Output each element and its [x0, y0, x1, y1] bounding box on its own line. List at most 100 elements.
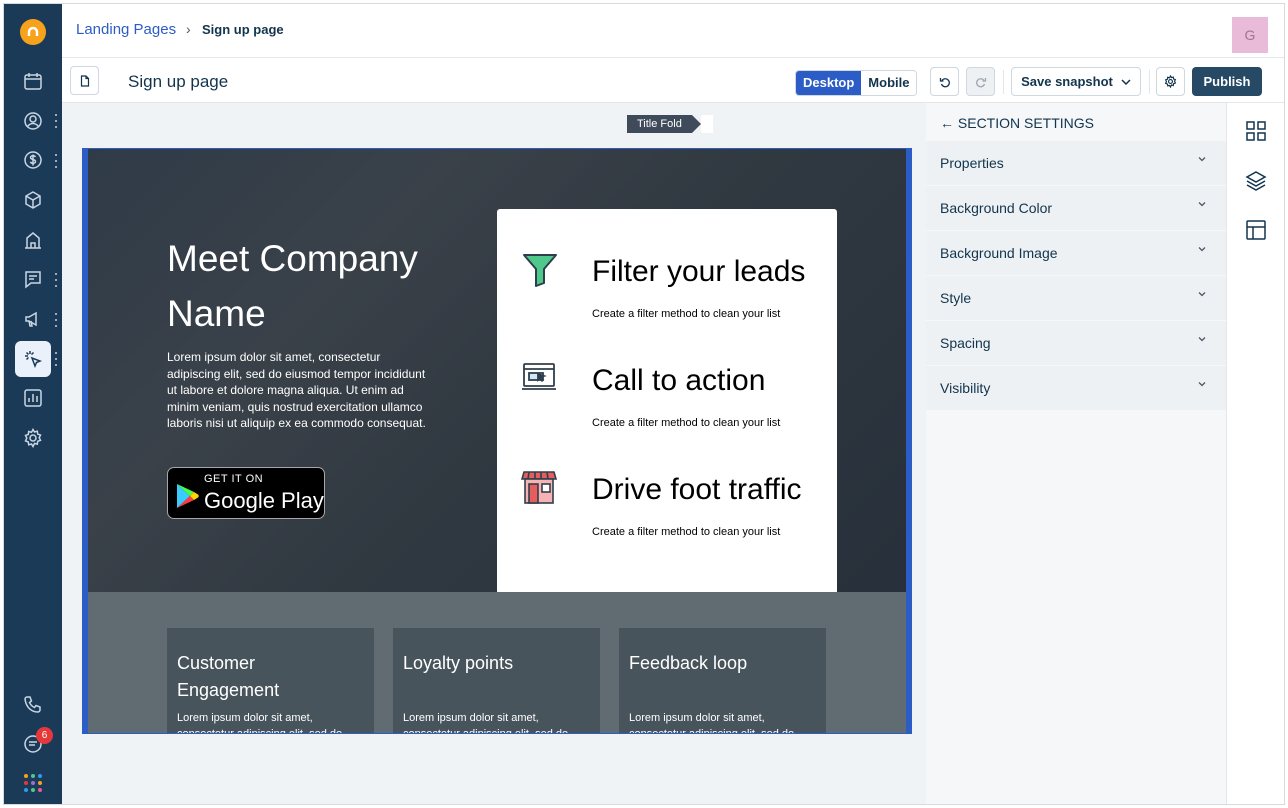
funnel-icon [523, 254, 557, 287]
accordion-label: Visibility [940, 380, 991, 396]
app-logo[interactable] [20, 19, 46, 45]
top-header: Landing Pages › Sign up page G [62, 4, 1284, 58]
breadcrumb-current: Sign up page [202, 22, 284, 37]
phone-icon[interactable] [15, 687, 51, 723]
landing-pages-more-icon[interactable] [53, 352, 59, 366]
benefit-card[interactable]: Feedback loop Lorem ipsum dolor sit amet… [619, 628, 826, 734]
save-snapshot-button[interactable]: Save snapshot [1011, 67, 1141, 96]
benefit-desc: Lorem ipsum dolor sit amet, consectetur … [629, 712, 795, 734]
chevron-down-icon [1198, 202, 1206, 207]
view-toggle: Desktop Mobile [795, 70, 918, 96]
hero-title[interactable]: Meet Company Name [167, 231, 477, 341]
hero-body[interactable]: Lorem ipsum dolor sit amet, consectetur … [167, 349, 429, 432]
benefit-desc: Lorem ipsum dolor sit amet, consectetur … [403, 712, 569, 734]
landing-pages-icon[interactable] [15, 341, 51, 377]
campaigns-icon[interactable] [15, 301, 51, 337]
publish-button[interactable]: Publish [1192, 67, 1262, 96]
app-window: 6 Landing Pages › Sign up page G Sign up… [3, 3, 1285, 805]
contacts-more-icon[interactable] [53, 114, 59, 128]
settings-icon[interactable] [15, 420, 51, 456]
benefits-section[interactable]: Customer Engagement Lorem ipsum dolor si… [88, 592, 906, 734]
breadcrumb-landing-pages[interactable]: Landing Pages [76, 21, 176, 38]
style-accordion[interactable]: Style [926, 276, 1226, 321]
mobile-view-button[interactable]: Mobile [861, 71, 917, 95]
right-tool-strip [1226, 103, 1284, 804]
reports-icon[interactable] [15, 380, 51, 416]
chevron-down-icon [1198, 337, 1206, 342]
browser-click-icon [522, 363, 556, 390]
undo-button[interactable] [930, 67, 959, 96]
campaigns-more-icon[interactable] [53, 313, 59, 327]
visibility-accordion[interactable]: Visibility [926, 366, 1226, 411]
feature-title: Filter your leads [592, 255, 806, 288]
deals-icon[interactable] [15, 142, 51, 178]
editor-toolbar: Sign up page Desktop Mobile Save snapsho… [62, 58, 1284, 103]
benefit-title: Customer Engagement [177, 653, 280, 700]
feature-desc: Create a filter method to clean your lis… [592, 308, 781, 320]
storefront-icon [521, 471, 558, 504]
benefit-title: Feedback loop [629, 653, 748, 673]
features-card[interactable]: Filter your leads Create a filter method… [497, 209, 837, 592]
undo-icon [939, 77, 950, 87]
redo-icon [975, 77, 986, 87]
breadcrumb-separator: › [186, 21, 191, 37]
page-settings-button[interactable] [1156, 67, 1185, 96]
feature-item[interactable]: Drive foot traffic Create a filter metho… [497, 469, 837, 559]
feature-desc: Create a filter method to clean your lis… [592, 417, 781, 429]
save-snapshot-label: Save snapshot [1021, 74, 1113, 89]
fold-arrow [691, 115, 701, 133]
feature-desc: Create a filter method to clean your lis… [592, 526, 781, 538]
background-image-accordion[interactable]: Background Image [926, 231, 1226, 276]
accordion-label: Spacing [940, 335, 991, 351]
desktop-view-button[interactable]: Desktop [796, 71, 862, 95]
accordion-label: Properties [940, 155, 1004, 171]
toolbar-divider [1149, 70, 1150, 94]
feature-item[interactable]: Call to action Create a filter method to… [497, 360, 837, 450]
editor-canvas: Title Fold Meet Company Name Lorem ipsum… [62, 103, 926, 804]
products-icon[interactable] [15, 182, 51, 218]
document-icon [80, 74, 89, 87]
gear-icon [1164, 75, 1177, 88]
fold-tail [700, 115, 713, 133]
feature-item[interactable]: Filter your leads Create a filter method… [497, 251, 837, 341]
layout-icon [1246, 220, 1266, 240]
avatar[interactable]: G [1232, 17, 1268, 53]
elements-grid-icon [1246, 121, 1266, 141]
spacing-accordion[interactable]: Spacing [926, 321, 1226, 366]
benefit-card[interactable]: Loyalty points Lorem ipsum dolor sit ame… [393, 628, 600, 734]
chevron-down-icon [1198, 292, 1206, 297]
section-settings-panel: ← SECTION SETTINGS Properties Background… [926, 103, 1226, 804]
hero-section[interactable]: Meet Company Name Lorem ipsum dolor sit … [88, 149, 906, 592]
google-play-badge[interactable]: GET IT ON Google Play [167, 467, 325, 519]
feature-title: Call to action [592, 364, 766, 397]
apps-icon[interactable] [24, 774, 42, 792]
calendar-icon[interactable] [15, 63, 51, 99]
fold-label: Title Fold [627, 115, 692, 133]
deals-more-icon[interactable] [53, 154, 59, 168]
layers-icon [1245, 171, 1267, 191]
benefit-desc: Lorem ipsum dolor sit amet, consectetur … [177, 712, 343, 734]
redo-button[interactable] [966, 67, 995, 96]
accounts-icon[interactable] [15, 222, 51, 258]
chevron-down-icon [1198, 247, 1206, 252]
benefit-card[interactable]: Customer Engagement Lorem ipsum dolor si… [167, 628, 374, 734]
conversations-more-icon[interactable] [53, 273, 59, 287]
notification-badge: 6 [36, 727, 53, 744]
chevron-down-icon [1198, 157, 1206, 162]
background-color-accordion[interactable]: Background Color [926, 186, 1226, 231]
section-settings-back[interactable]: ← SECTION SETTINGS [940, 115, 1094, 131]
conversations-icon[interactable] [15, 261, 51, 297]
left-nav: 6 [4, 4, 62, 804]
page-properties-button[interactable] [70, 66, 99, 95]
selected-section-frame[interactable]: Meet Company Name Lorem ipsum dolor sit … [82, 148, 912, 734]
properties-accordion[interactable]: Properties [926, 141, 1226, 186]
page-name[interactable]: Sign up page [128, 72, 228, 92]
feature-title: Drive foot traffic [592, 473, 802, 506]
benefit-title: Loyalty points [403, 653, 514, 673]
contacts-icon[interactable] [15, 103, 51, 139]
accordion-label: Background Color [940, 200, 1053, 216]
toolbar-divider [1003, 70, 1004, 94]
badge-small-text: GET IT ON [204, 473, 264, 485]
badge-big-text: Google Play [204, 488, 324, 513]
fold-marker: Title Fold [627, 115, 713, 133]
